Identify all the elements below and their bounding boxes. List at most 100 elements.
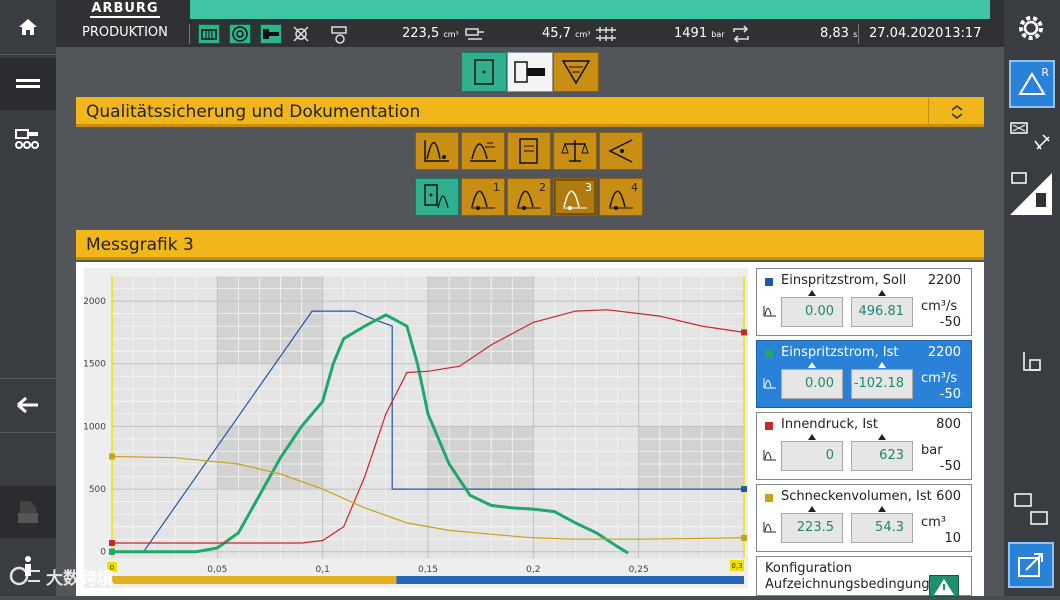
motor-status-icon[interactable] <box>229 24 251 44</box>
tab-graph-overview[interactable] <box>415 178 459 216</box>
legend-panel-soll[interactable]: Einspritzstrom, Soll 2200 0.00 496.81 cm… <box>756 268 972 336</box>
quality-section-header: Qualitätssicherung und Dokumentation <box>76 97 984 127</box>
legend-name: Einspritzstrom, Ist <box>781 345 899 360</box>
x-tick-label: 0,2 <box>526 565 540 575</box>
tab-mold-view[interactable] <box>461 52 507 92</box>
plot-band <box>217 276 323 364</box>
ejector-step-icon[interactable] <box>1006 346 1056 380</box>
tab-graph-2[interactable]: 2 <box>507 178 551 216</box>
legend-panel-innendruck[interactable]: Innendruck, Ist 800 0 623 bar -50 <box>756 412 972 480</box>
curve-icon <box>763 306 776 317</box>
legend-swatch <box>765 350 773 358</box>
graph-2-number: 2 <box>539 181 546 194</box>
legend-panel-schneckenvolumen[interactable]: Schneckenvolumen, Ist 600 223.5 54.3 cm³… <box>756 484 972 552</box>
lower-bound-marker <box>808 290 816 296</box>
screw-volume-icon <box>330 24 352 44</box>
screen-export-icon[interactable] <box>1008 542 1054 588</box>
tolerance-view-button[interactable] <box>599 132 643 170</box>
y-tick-label: 1500 <box>84 360 106 370</box>
tab-quality-view[interactable] <box>553 52 599 92</box>
lower-bound-marker <box>808 362 816 368</box>
cursor-end-field[interactable]: 623 <box>851 441 913 471</box>
cursor-end-field[interactable]: 54.3 <box>851 513 913 543</box>
upper-bound-marker <box>878 290 886 296</box>
document-icon[interactable] <box>0 486 56 538</box>
curve-icon <box>763 450 776 461</box>
range-bar-segment <box>396 576 744 584</box>
settings-gear-icon[interactable] <box>1006 8 1056 48</box>
legend-panel-ist[interactable]: Einspritzstrom, Ist 2200 0.00 -102.18 cm… <box>756 340 972 408</box>
legend-max: 600 <box>936 489 961 504</box>
cycle-time-value: 8,83 <box>820 26 849 41</box>
legend-max: 2200 <box>927 273 961 288</box>
cursor-start-field[interactable]: 0.00 <box>781 297 843 327</box>
measurement-chart[interactable]: 0 500 1000 1500 2000 0,05 0,1 0,15 0,2 0,25 0 0,3 <box>83 268 748 588</box>
y-tick-label: 500 <box>89 485 106 495</box>
home-icon[interactable] <box>0 2 56 52</box>
divider <box>189 24 190 44</box>
plot-band <box>638 426 744 490</box>
watermark-logo-icon <box>9 566 40 586</box>
collapse-chevron-icon[interactable] <box>928 98 984 126</box>
documentation-scroll-button[interactable] <box>507 132 551 170</box>
series-start-marker <box>109 453 115 460</box>
x-tick-label: 0,1 <box>316 565 330 575</box>
arburg-logo: ARBURG <box>90 1 160 18</box>
cursor-start-field[interactable]: 223.5 <box>781 513 843 543</box>
legend-max: 800 <box>936 417 961 432</box>
tab-injection-view[interactable] <box>507 52 553 92</box>
graph-4-number: 4 <box>631 181 638 194</box>
back-arrow-icon[interactable] <box>0 380 56 430</box>
mold-closing-icon[interactable] <box>1006 116 1056 162</box>
legend-unit: cm³/s <box>921 371 958 386</box>
x-tick-label: 0,25 <box>629 565 649 575</box>
range-bar-segment <box>112 576 397 584</box>
balance-scale-button[interactable] <box>553 132 597 170</box>
robot-mode-button[interactable]: R <box>1009 60 1055 108</box>
x-end-label: 0,3 <box>731 562 742 570</box>
graph-section-header: Messgrafik 3 <box>76 230 984 260</box>
menu-toggle-icon[interactable] <box>0 58 56 110</box>
ejector-disabled-icon[interactable] <box>291 24 313 44</box>
legend-min: -50 <box>939 387 961 402</box>
graph-3-number: 3 <box>585 181 592 194</box>
tab-graph-4[interactable]: 4 <box>599 178 643 216</box>
upper-bound-marker <box>878 362 886 368</box>
tab-graph-3[interactable]: 3 <box>553 178 597 216</box>
tab-graph-1[interactable]: 1 <box>461 178 505 216</box>
pressure-icon <box>594 24 616 44</box>
divider <box>0 378 56 379</box>
speed-value: 45,7 <box>542 26 571 41</box>
recording-config-panel[interactable]: Konfiguration Aufzeichnungsbedingung <box>756 556 972 597</box>
cursor-end-field[interactable]: 496.81 <box>851 297 913 327</box>
injection-unit-status-icon[interactable] <box>260 24 282 44</box>
legend-name: Schneckenvolumen, Ist <box>781 489 932 504</box>
injection-speed-icon <box>464 24 486 44</box>
series-end-marker <box>741 486 747 493</box>
legend-swatch <box>765 278 773 286</box>
x-tick-label: 0,05 <box>207 565 227 575</box>
series-end-marker <box>741 534 747 541</box>
chart-svg: 05001000150020000,05 0,1 0,15 0,2 0,250 0,3 <box>83 275 747 584</box>
monitor-transfer-icon[interactable] <box>1006 488 1056 532</box>
warning-icon[interactable] <box>929 575 959 597</box>
legend-unit: cm³ <box>921 515 947 530</box>
cursor-start-field[interactable]: 0.00 <box>781 369 843 399</box>
pressure-unit: bar <box>711 30 725 39</box>
legend-swatch <box>765 422 773 430</box>
quality-section-title: Qualitätssicherung und Dokumentation <box>86 102 421 122</box>
curve-icon <box>763 378 776 389</box>
divider <box>0 432 56 433</box>
cursor-end-field[interactable]: -102.18 <box>851 369 913 399</box>
y-tick-label: 2000 <box>84 297 106 307</box>
robot-mode-letter: R <box>1041 66 1049 79</box>
config-line-2: Aufzeichnungsbedingung <box>765 577 930 592</box>
measurement-graph-button[interactable] <box>415 132 459 170</box>
injection-unit-icon[interactable] <box>1006 166 1056 218</box>
machine-overview-icon[interactable] <box>0 114 56 164</box>
legend-max: 2200 <box>927 345 961 360</box>
envelope-curve-button[interactable] <box>461 132 505 170</box>
heater-status-icon[interactable] <box>198 24 220 44</box>
cursor-start-field[interactable]: 0 <box>781 441 843 471</box>
legend-min: 10 <box>944 531 961 546</box>
